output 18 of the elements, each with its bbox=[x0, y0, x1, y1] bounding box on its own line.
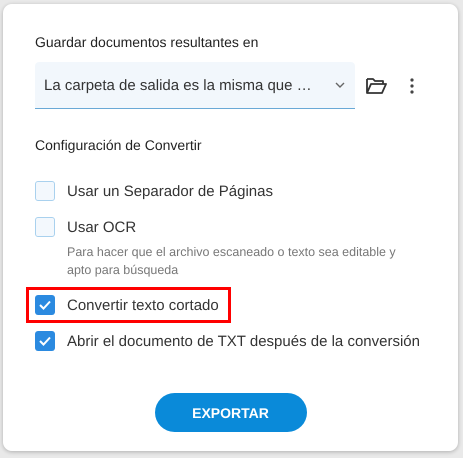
help-text: Para hacer que el archivo escaneado o texto sea editable y apto para búsqueda bbox=[67, 244, 397, 279]
check-icon bbox=[39, 336, 51, 346]
more-icon[interactable] bbox=[410, 78, 414, 94]
checkbox[interactable] bbox=[35, 181, 55, 201]
checkbox-option[interactable]: Abrir el documento de TXT después de la conversión bbox=[35, 331, 420, 351]
checkbox[interactable] bbox=[35, 295, 55, 315]
export-button[interactable]: EXPORTAR bbox=[154, 393, 306, 432]
checkbox[interactable] bbox=[35, 331, 55, 351]
chevron-down-icon bbox=[335, 82, 345, 88]
check-icon bbox=[39, 300, 51, 310]
folder-dropdown[interactable]: La carpeta de salida es la misma que … bbox=[35, 62, 355, 109]
checkbox-option[interactable]: Convertir texto cortado bbox=[35, 295, 219, 315]
section-heading: Guardar documentos resultantes en bbox=[35, 34, 260, 50]
checkbox-option[interactable]: Usar OCR bbox=[35, 217, 412, 237]
folder-icon[interactable] bbox=[365, 76, 387, 94]
section-heading: Configuración de Convertir bbox=[35, 137, 203, 153]
checkbox[interactable] bbox=[35, 217, 55, 237]
checkbox-option[interactable]: Usar un Separador de Páginas bbox=[35, 181, 273, 201]
